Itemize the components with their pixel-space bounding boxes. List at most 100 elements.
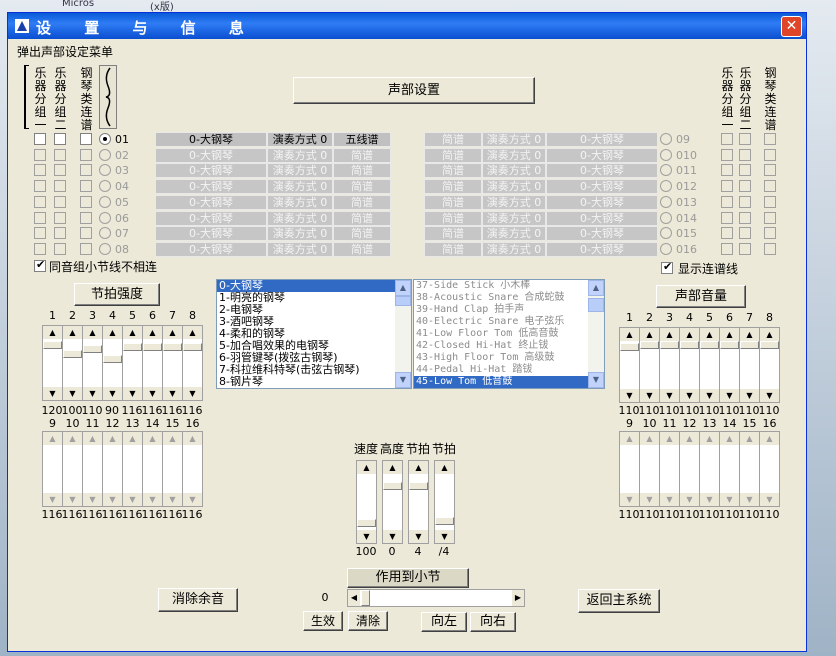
vertical-slider[interactable]: ▲ ▼ bbox=[659, 327, 680, 403]
piano-tie-checkbox[interactable] bbox=[80, 148, 92, 161]
staff-type-cell[interactable]: 简谱 bbox=[333, 163, 391, 179]
slider-up-icon[interactable]: ▲ bbox=[123, 326, 142, 339]
staff-type-cell[interactable]: 简谱 bbox=[424, 132, 482, 147]
slider-thumb[interactable] bbox=[357, 519, 376, 527]
voice-radio[interactable] bbox=[660, 211, 672, 224]
slider-thumb[interactable] bbox=[83, 345, 102, 354]
group1-checkbox[interactable] bbox=[34, 195, 46, 208]
instrument-cell[interactable]: 0-大钢琴 bbox=[155, 179, 267, 195]
instrument-cell[interactable]: 0-大钢琴 bbox=[155, 241, 267, 257]
voice-radio[interactable] bbox=[660, 180, 672, 193]
slider-up-icon[interactable]: ▲ bbox=[760, 432, 779, 445]
instrument-list-item[interactable]: 8-钢片琴 bbox=[217, 376, 411, 388]
instrument-cell[interactable]: 0-大钢琴 bbox=[546, 210, 658, 226]
clear-button[interactable]: 清除 bbox=[348, 611, 388, 631]
group1-checkbox[interactable] bbox=[34, 211, 46, 224]
instrument-cell[interactable]: 0-大钢琴 bbox=[546, 147, 658, 163]
group2-checkbox[interactable] bbox=[739, 164, 751, 177]
tempo-slider[interactable]: ▲ ▼ bbox=[408, 460, 429, 544]
play-mode-cell[interactable]: 演奏方式 0 bbox=[482, 163, 546, 179]
play-mode-cell[interactable]: 演奏方式 0 bbox=[267, 241, 333, 257]
tempo-slider[interactable]: ▲ ▼ bbox=[356, 460, 377, 544]
voice-radio[interactable] bbox=[99, 133, 111, 145]
slider-up-icon[interactable]: ▲ bbox=[63, 432, 82, 445]
scroll-down-icon[interactable]: ▼ bbox=[395, 372, 411, 388]
vertical-slider[interactable]: ▲ ▼ bbox=[102, 431, 123, 507]
slider-up-icon[interactable]: ▲ bbox=[700, 432, 719, 445]
piano-tie-checkbox[interactable] bbox=[764, 242, 776, 255]
slider-down-icon[interactable]: ▼ bbox=[63, 387, 82, 400]
slider-up-icon[interactable]: ▲ bbox=[680, 328, 699, 341]
voice-radio[interactable] bbox=[660, 242, 672, 255]
scroll-down-icon[interactable]: ▼ bbox=[588, 372, 604, 388]
slider-up-icon[interactable]: ▲ bbox=[183, 326, 202, 339]
staff-type-cell[interactable]: 简谱 bbox=[333, 194, 391, 210]
drum-list-item[interactable]: 41-Low Floor Tom 低高音鼓 bbox=[414, 328, 604, 340]
slider-thumb[interactable] bbox=[103, 354, 122, 363]
slider-down-icon[interactable]: ▼ bbox=[383, 530, 402, 543]
slider-up-icon[interactable]: ▲ bbox=[760, 328, 779, 341]
move-left-button[interactable]: 向左 bbox=[421, 612, 467, 632]
close-button[interactable]: ✕ bbox=[781, 16, 802, 37]
group1-checkbox[interactable] bbox=[34, 133, 46, 145]
group2-checkbox[interactable] bbox=[739, 133, 751, 145]
staff-type-cell[interactable]: 五线谱 bbox=[333, 132, 391, 147]
slider-up-icon[interactable]: ▲ bbox=[103, 326, 122, 339]
vertical-slider[interactable]: ▲ ▼ bbox=[619, 327, 640, 403]
play-mode-cell[interactable]: 演奏方式 0 bbox=[482, 132, 546, 147]
vertical-slider[interactable]: ▲ ▼ bbox=[82, 325, 103, 401]
instrument-cell[interactable]: 0-大钢琴 bbox=[546, 163, 658, 179]
vertical-slider[interactable]: ▲ ▼ bbox=[122, 325, 143, 401]
piano-tie-checkbox[interactable] bbox=[764, 133, 776, 145]
group1-checkbox[interactable] bbox=[721, 180, 733, 193]
vertical-slider[interactable]: ▲ ▼ bbox=[679, 327, 700, 403]
piano-tie-checkbox[interactable] bbox=[80, 164, 92, 177]
group1-checkbox[interactable] bbox=[721, 195, 733, 208]
slider-down-icon[interactable]: ▼ bbox=[183, 493, 202, 506]
slider-down-icon[interactable]: ▼ bbox=[43, 387, 62, 400]
clear-rest-button[interactable]: 消除余音 bbox=[158, 588, 238, 612]
slider-up-icon[interactable]: ▲ bbox=[660, 328, 679, 341]
slider-up-icon[interactable]: ▲ bbox=[163, 432, 182, 445]
group1-checkbox[interactable] bbox=[34, 180, 46, 193]
drum-list-item[interactable]: 37-Side Stick 小木棒 bbox=[414, 280, 604, 292]
piano-tie-checkbox[interactable] bbox=[80, 227, 92, 240]
scroll-thumb[interactable] bbox=[588, 298, 604, 312]
instrument-cell[interactable]: 0-大钢琴 bbox=[155, 194, 267, 210]
staff-type-cell[interactable]: 简谱 bbox=[424, 210, 482, 226]
slider-thumb[interactable] bbox=[63, 349, 82, 358]
slider-up-icon[interactable]: ▲ bbox=[83, 432, 102, 445]
slider-down-icon[interactable]: ▼ bbox=[123, 387, 142, 400]
group2-checkbox[interactable] bbox=[54, 133, 66, 145]
slider-up-icon[interactable]: ▲ bbox=[640, 328, 659, 341]
slider-up-icon[interactable]: ▲ bbox=[620, 328, 639, 341]
piano-tie-checkbox[interactable] bbox=[80, 242, 92, 255]
vertical-slider[interactable]: ▲ ▼ bbox=[619, 431, 640, 507]
slider-thumb[interactable] bbox=[660, 341, 679, 349]
slider-down-icon[interactable]: ▼ bbox=[660, 493, 679, 506]
drum-list-item[interactable]: 43-High Floor Tom 高级鼓 bbox=[414, 352, 604, 364]
slider-thumb[interactable] bbox=[361, 590, 370, 606]
slider-down-icon[interactable]: ▼ bbox=[163, 493, 182, 506]
slider-down-icon[interactable]: ▼ bbox=[680, 389, 699, 402]
voice-radio[interactable] bbox=[660, 148, 672, 161]
slider-up-icon[interactable]: ▲ bbox=[435, 461, 454, 474]
play-mode-cell[interactable]: 演奏方式 0 bbox=[267, 163, 333, 179]
vertical-slider[interactable]: ▲ ▼ bbox=[62, 431, 83, 507]
slider-up-icon[interactable]: ▲ bbox=[83, 326, 102, 339]
slider-thumb[interactable] bbox=[409, 481, 428, 490]
slider-up-icon[interactable]: ▲ bbox=[43, 326, 62, 339]
group2-checkbox[interactable] bbox=[54, 180, 66, 193]
slider-down-icon[interactable]: ▼ bbox=[409, 530, 428, 543]
instrument-list-scrollbar[interactable]: ▲ ▼ bbox=[395, 280, 411, 388]
slider-thumb[interactable] bbox=[143, 343, 162, 352]
slider-down-icon[interactable]: ▼ bbox=[103, 387, 122, 400]
voice-radio[interactable] bbox=[660, 133, 672, 145]
measure-slider[interactable]: ◀ ▶ bbox=[347, 589, 525, 607]
slider-thumb[interactable] bbox=[43, 341, 62, 350]
return-main-button[interactable]: 返回主系统 bbox=[578, 589, 660, 613]
instrument-cell[interactable]: 0-大钢琴 bbox=[155, 147, 267, 163]
slider-up-icon[interactable]: ▲ bbox=[740, 432, 759, 445]
staff-type-cell[interactable]: 简谱 bbox=[424, 241, 482, 257]
slider-thumb[interactable] bbox=[163, 343, 182, 352]
